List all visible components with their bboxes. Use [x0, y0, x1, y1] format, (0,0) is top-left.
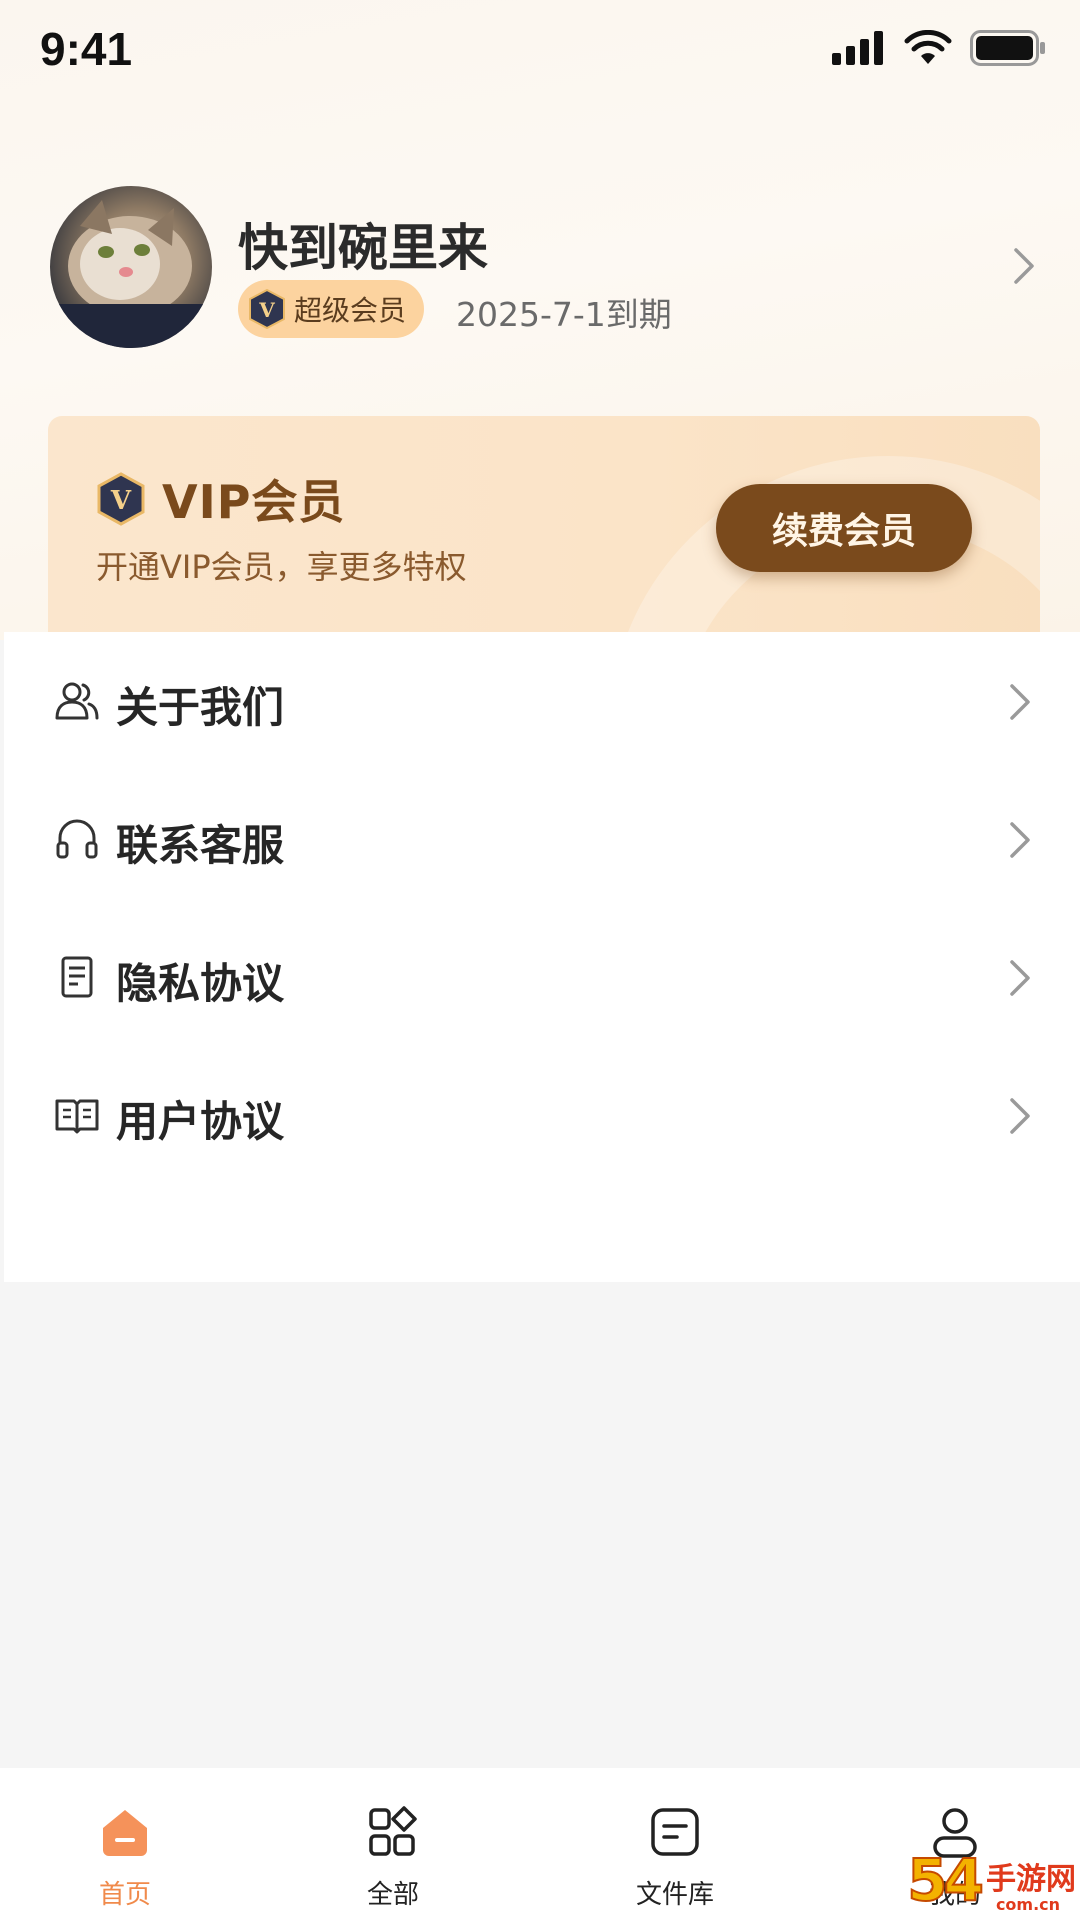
member-badge-label: 超级会员 [294, 294, 407, 327]
membership-expire-date: 2025-7-1到期 [456, 295, 672, 334]
book-icon [55, 1099, 99, 1134]
tab-label: 全部 [366, 1880, 419, 1910]
tab-label: 首页 [98, 1880, 151, 1910]
chevron-right-icon[interactable] [1012, 246, 1036, 286]
chevron-right-icon [1010, 822, 1030, 858]
menu-item-label: 联系客服 [116, 821, 285, 870]
tab-label: 文件库 [635, 1880, 714, 1910]
svg-text:V: V [110, 486, 132, 516]
grid-icon [369, 1806, 417, 1856]
chevron-right-icon [1010, 1098, 1030, 1134]
vip-title: VIP会员 [162, 475, 346, 529]
tab-all[interactable]: 全部 [293, 1768, 493, 1920]
vip-title-row: V VIP会员 [96, 466, 345, 532]
menu-item-about-us[interactable]: 关于我们 [4, 632, 1080, 770]
headset-icon [56, 819, 98, 859]
wifi-icon [904, 30, 952, 64]
menu-item-label: 关于我们 [116, 683, 285, 732]
cat-avatar-image [50, 200, 212, 348]
watermark-text: 手游网 com.cn [980, 1862, 1076, 1915]
menu-item-label: 隐私协议 [116, 959, 285, 1008]
member-badge: V 超级会员 [238, 280, 425, 338]
svg-text:V: V [258, 298, 275, 322]
file-library-icon [651, 1808, 699, 1856]
menu-item-user-agreement[interactable]: 用户协议 [4, 1046, 1080, 1184]
vip-shield-icon: V [97, 472, 145, 526]
document-icon [61, 956, 93, 998]
chevron-right-icon [1010, 960, 1030, 996]
status-icons [832, 30, 1046, 66]
vip-card[interactable]: V VIP会员 开通VIP会员，享更多特权 续费会员 [48, 416, 1040, 632]
users-icon [55, 682, 99, 720]
status-time: 9:41 [40, 23, 133, 75]
profile-name: 快到碗里来 [238, 219, 488, 277]
profile-screen: 9:41 快到碗里来 V 超级会员 2025-7-1到期 V VIP会员 开通V… [0, 0, 1080, 1920]
avatar[interactable] [50, 186, 212, 348]
battery-icon [970, 30, 1045, 66]
settings-menu: 关于我们 联系客服 隐私协议 用户协议 [4, 632, 1080, 1282]
status-bar: 9:41 [0, 0, 1080, 100]
tab-home[interactable]: 首页 [25, 1768, 225, 1920]
site-watermark: 54 手游网 com.cn [906, 1845, 1076, 1915]
profile-header[interactable]: 快到碗里来 V 超级会员 2025-7-1到期 [50, 186, 1040, 350]
renew-membership-button[interactable]: 续费会员 [716, 484, 972, 572]
menu-item-contact-support[interactable]: 联系客服 [4, 770, 1080, 908]
menu-item-label: 用户协议 [116, 1097, 285, 1146]
signal-icon [832, 31, 883, 65]
chevron-right-icon [1010, 684, 1030, 720]
v-shield-icon: V [249, 289, 285, 329]
vip-subtitle: 开通VIP会员，享更多特权 [96, 548, 467, 586]
tab-file-library[interactable]: 文件库 [575, 1768, 775, 1920]
menu-item-privacy-policy[interactable]: 隐私协议 [4, 908, 1080, 1046]
watermark-domain: com.cn [995, 1895, 1061, 1914]
watermark-number: 54 [906, 1845, 985, 1915]
home-icon [103, 1810, 147, 1856]
watermark-site: 手游网 [986, 1862, 1076, 1897]
